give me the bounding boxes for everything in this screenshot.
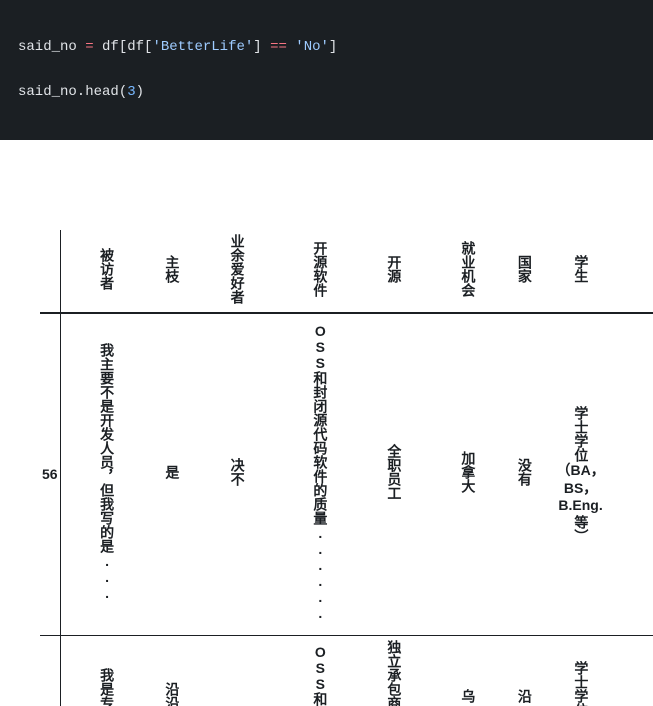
- table-cell: 学士学位 （BA: [544, 635, 618, 706]
- table-cell: 加拿大: [431, 313, 505, 635]
- code-token-plain: said_no.head(: [18, 84, 127, 100]
- code-token-op: ==: [262, 39, 296, 55]
- column-header-index: [40, 230, 60, 314]
- output-area: 被访者 主枝 业余爱好者 开源软件 开源 就业机会 国家 学生 教育水平 本科专…: [0, 140, 653, 706]
- table-cell: [191, 635, 283, 706]
- column-header: 被访者: [60, 230, 152, 314]
- table-cell: 没有: [505, 313, 544, 635]
- table-cell: 沿: [505, 635, 544, 706]
- code-token-string: 'No': [295, 39, 329, 55]
- row-index: [40, 635, 60, 706]
- dataframe-table: 被访者 主枝 业余爱好者 开源软件 开源 就业机会 国家 学生 教育水平 本科专…: [40, 230, 653, 706]
- code-line-2: said_no.head(3): [18, 81, 635, 103]
- column-header: 业余爱好者: [191, 230, 283, 314]
- table-cell: 沿沿: [152, 635, 191, 706]
- table-cell: 数学或统计学: [618, 313, 653, 635]
- column-header: 开源: [357, 230, 431, 314]
- table-cell: 另一个工程学科: [618, 635, 653, 706]
- code-token-number: 3: [127, 84, 135, 100]
- table-cell: 决不: [191, 313, 283, 635]
- code-token-plain: df[df[: [102, 39, 152, 55]
- table-cell: OSS和封闭源: [283, 635, 357, 706]
- code-token-var: said_no: [18, 39, 77, 55]
- table-cell: 乌: [431, 635, 505, 706]
- table-cell: 我是专业: [60, 635, 152, 706]
- table-header-row: 被访者 主枝 业余爱好者 开源软件 开源 就业机会 国家 学生 教育水平 本科专…: [40, 230, 653, 314]
- code-line-1: said_no = df[df['BetterLife'] == 'No']: [18, 36, 635, 58]
- column-header: 国家: [505, 230, 544, 314]
- column-header: 就业机会: [431, 230, 505, 314]
- table-row: 我是专业 沿沿 OSS和封闭源 独立承包商，白中 乌 沿 学士学位 （BA 另一…: [40, 635, 653, 706]
- table-cell: 是: [152, 313, 191, 635]
- column-header: 开源软件: [283, 230, 357, 314]
- table-cell: 全职员工: [357, 313, 431, 635]
- column-header: 主枝: [152, 230, 191, 314]
- column-header: 学生: [544, 230, 618, 314]
- table-cell: 学士学位 （BA， BS， B.Eng. 等）: [544, 313, 618, 635]
- row-index: 56: [40, 313, 60, 635]
- code-token-plain: ): [136, 84, 144, 100]
- code-token-op: =: [77, 39, 102, 55]
- code-token-plain: ]: [253, 39, 261, 55]
- table-row: 56 我主要不是开发人员，但我写的是... 是 决不 OSS和封闭源代码软件的质…: [40, 313, 653, 635]
- table-cell: OSS和封闭源代码软件的质量......: [283, 313, 357, 635]
- table-cell: 独立承包商，白中: [357, 635, 431, 706]
- code-token-plain: ]: [329, 39, 337, 55]
- table-cell: 我主要不是开发人员，但我写的是...: [60, 313, 152, 635]
- code-token-string: 'BetterLife': [152, 39, 253, 55]
- column-header: 教育水平: [618, 230, 653, 314]
- code-cell: said_no = df[df['BetterLife'] == 'No'] s…: [0, 0, 653, 140]
